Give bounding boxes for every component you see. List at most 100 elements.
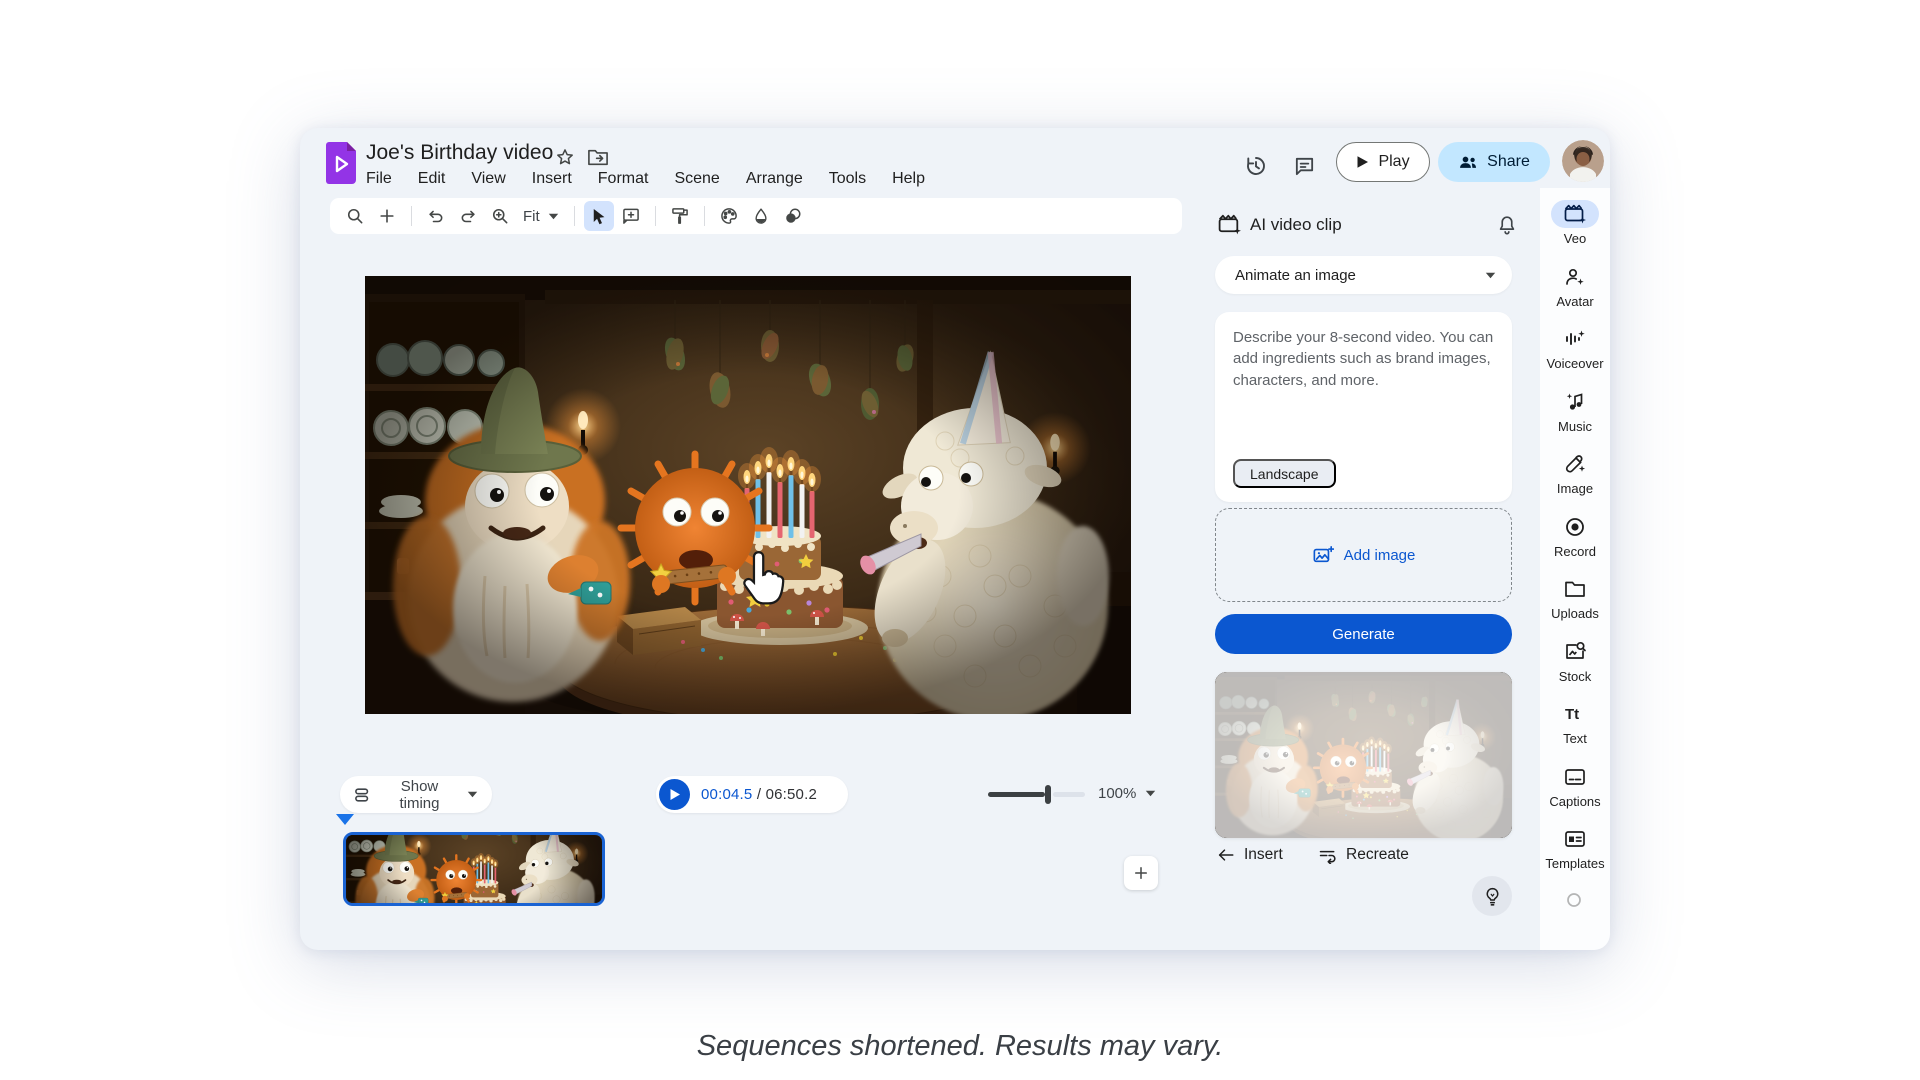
aspect-ratio-chip[interactable]: Landscape xyxy=(1233,459,1336,488)
lightbulb-tips-button[interactable] xyxy=(1472,876,1512,916)
theme-palette-icon[interactable] xyxy=(714,201,744,231)
record-circle-icon xyxy=(1551,513,1599,541)
captions-icon xyxy=(1551,763,1599,791)
generate-button[interactable]: Generate xyxy=(1215,614,1512,654)
comments-icon[interactable] xyxy=(1288,150,1320,182)
sidebar-item-voiceover[interactable]: Voiceover xyxy=(1540,325,1610,388)
version-history-icon[interactable] xyxy=(1240,150,1272,182)
zoom-slider-filled[interactable] xyxy=(988,792,1045,797)
show-timing-label: Show timing xyxy=(382,778,457,812)
mode-dropdown[interactable]: Animate an image xyxy=(1215,256,1512,294)
current-time: 00:04.5 xyxy=(701,786,752,803)
chevron-down-icon xyxy=(1485,272,1496,279)
sidebar-item-captions[interactable]: Captions xyxy=(1540,763,1610,826)
fit-label: Fit xyxy=(523,208,540,225)
transition-circles-icon[interactable] xyxy=(778,201,808,231)
avatar-person-sparkle-icon xyxy=(1551,263,1599,291)
sidebar-label: Veo xyxy=(1564,231,1586,246)
menubar: File Edit View Insert Format Scene Arran… xyxy=(366,170,925,188)
menu-scene[interactable]: Scene xyxy=(674,170,719,188)
vids-logo-icon[interactable] xyxy=(326,142,356,184)
menu-help[interactable]: Help xyxy=(892,170,925,188)
background-droplet-icon[interactable] xyxy=(746,201,776,231)
recreate-button[interactable]: Recreate xyxy=(1318,846,1409,864)
menu-insert[interactable]: Insert xyxy=(532,170,572,188)
time-display: 00:04.5 / 06:50.2 xyxy=(701,786,817,803)
sidebar-item-record[interactable]: Record xyxy=(1540,513,1610,576)
sidebar-label: Text xyxy=(1563,731,1587,746)
sidebar-label: Stock xyxy=(1559,669,1592,684)
playhead-triangle-icon[interactable] xyxy=(336,814,354,825)
voiceover-waveform-sparkle-icon xyxy=(1551,325,1599,353)
toolbar-separator xyxy=(704,206,705,226)
redo-icon[interactable] xyxy=(453,201,483,231)
sidebar-item-uploads[interactable]: Uploads xyxy=(1540,575,1610,638)
sidebar-label: Captions xyxy=(1549,794,1600,809)
insert-button[interactable]: Insert xyxy=(1217,846,1283,864)
stock-image-search-icon xyxy=(1551,638,1599,666)
add-image-label: Add image xyxy=(1344,547,1416,564)
zoom-percent-label: 100% xyxy=(1098,785,1136,802)
move-to-folder-icon[interactable] xyxy=(584,144,612,170)
sidebar-item-music[interactable]: Music xyxy=(1540,388,1610,451)
zoom-slider-handle[interactable] xyxy=(1045,785,1051,804)
generated-clip-thumbnail[interactable] xyxy=(1215,672,1512,838)
menu-tools[interactable]: Tools xyxy=(829,170,866,188)
add-scene-button[interactable] xyxy=(1124,856,1158,890)
video-canvas[interactable] xyxy=(365,276,1131,714)
uploads-folder-icon xyxy=(1551,575,1599,603)
sidebar-item-templates[interactable]: Templates xyxy=(1540,825,1610,888)
sidebar-label: Voiceover xyxy=(1546,356,1603,371)
toolbar: Fit xyxy=(330,198,1182,234)
search-icon[interactable] xyxy=(340,201,370,231)
image-brush-sparkle-icon xyxy=(1551,450,1599,478)
sidebar-item-avatar[interactable]: Avatar xyxy=(1540,263,1610,326)
ai-video-clip-icon xyxy=(1217,212,1243,238)
add-icon[interactable] xyxy=(372,201,402,231)
menu-format[interactable]: Format xyxy=(598,170,649,188)
timing-layers-icon xyxy=(354,787,372,803)
menu-arrange[interactable]: Arrange xyxy=(746,170,803,188)
star-icon[interactable] xyxy=(552,144,578,170)
menu-view[interactable]: View xyxy=(471,170,505,188)
play-triangle-icon xyxy=(1356,155,1369,169)
account-avatar[interactable] xyxy=(1562,140,1604,182)
timeline-play-button[interactable] xyxy=(659,779,690,810)
menu-edit[interactable]: Edit xyxy=(418,170,446,188)
select-cursor-icon[interactable] xyxy=(584,201,614,231)
add-comment-icon[interactable] xyxy=(616,201,646,231)
generate-label: Generate xyxy=(1332,626,1395,643)
sidebar-item-text[interactable]: Tt Text xyxy=(1540,700,1610,763)
share-button[interactable]: Share xyxy=(1438,142,1550,182)
notifications-bell-icon[interactable] xyxy=(1492,210,1522,240)
sidebar-item-stock[interactable]: Stock xyxy=(1540,638,1610,701)
sidebar-label: Record xyxy=(1554,544,1596,559)
sidebar-label: Templates xyxy=(1545,856,1604,871)
sidebar-item-partial xyxy=(1540,888,1610,951)
zoom-slider-track[interactable] xyxy=(1053,792,1085,797)
insert-label: Insert xyxy=(1244,846,1283,864)
tools-sidebar: Veo Avatar Voiceover Music Image xyxy=(1540,188,1610,950)
menu-file[interactable]: File xyxy=(366,170,392,188)
sidebar-item-veo[interactable]: Veo xyxy=(1540,200,1610,263)
show-timing-button[interactable]: Show timing xyxy=(340,776,492,813)
add-image-button[interactable]: Add image xyxy=(1215,508,1512,602)
prompt-input[interactable] xyxy=(1215,312,1512,430)
toolbar-separator xyxy=(655,206,656,226)
sidebar-item-image[interactable]: Image xyxy=(1540,450,1610,513)
zoom-icon[interactable] xyxy=(485,201,515,231)
sidebar-label: Image xyxy=(1557,481,1593,496)
thumbnail-loading-overlay xyxy=(1215,672,1512,838)
toolbar-separator xyxy=(574,206,575,226)
timeline-scene-thumbnail[interactable] xyxy=(343,832,605,906)
chevron-down-icon xyxy=(467,791,478,798)
music-note-sparkle-icon xyxy=(1551,388,1599,416)
fit-zoom-select[interactable]: Fit xyxy=(517,208,565,225)
undo-icon[interactable] xyxy=(421,201,451,231)
paint-format-roller-icon[interactable] xyxy=(665,201,695,231)
partial-circle-icon xyxy=(1551,888,1599,916)
play-button[interactable]: Play xyxy=(1336,142,1430,182)
zoom-percent-select[interactable]: 100% xyxy=(1098,785,1156,802)
total-time: 06:50.2 xyxy=(766,786,817,803)
document-title[interactable]: Joe's Birthday video xyxy=(366,141,553,165)
